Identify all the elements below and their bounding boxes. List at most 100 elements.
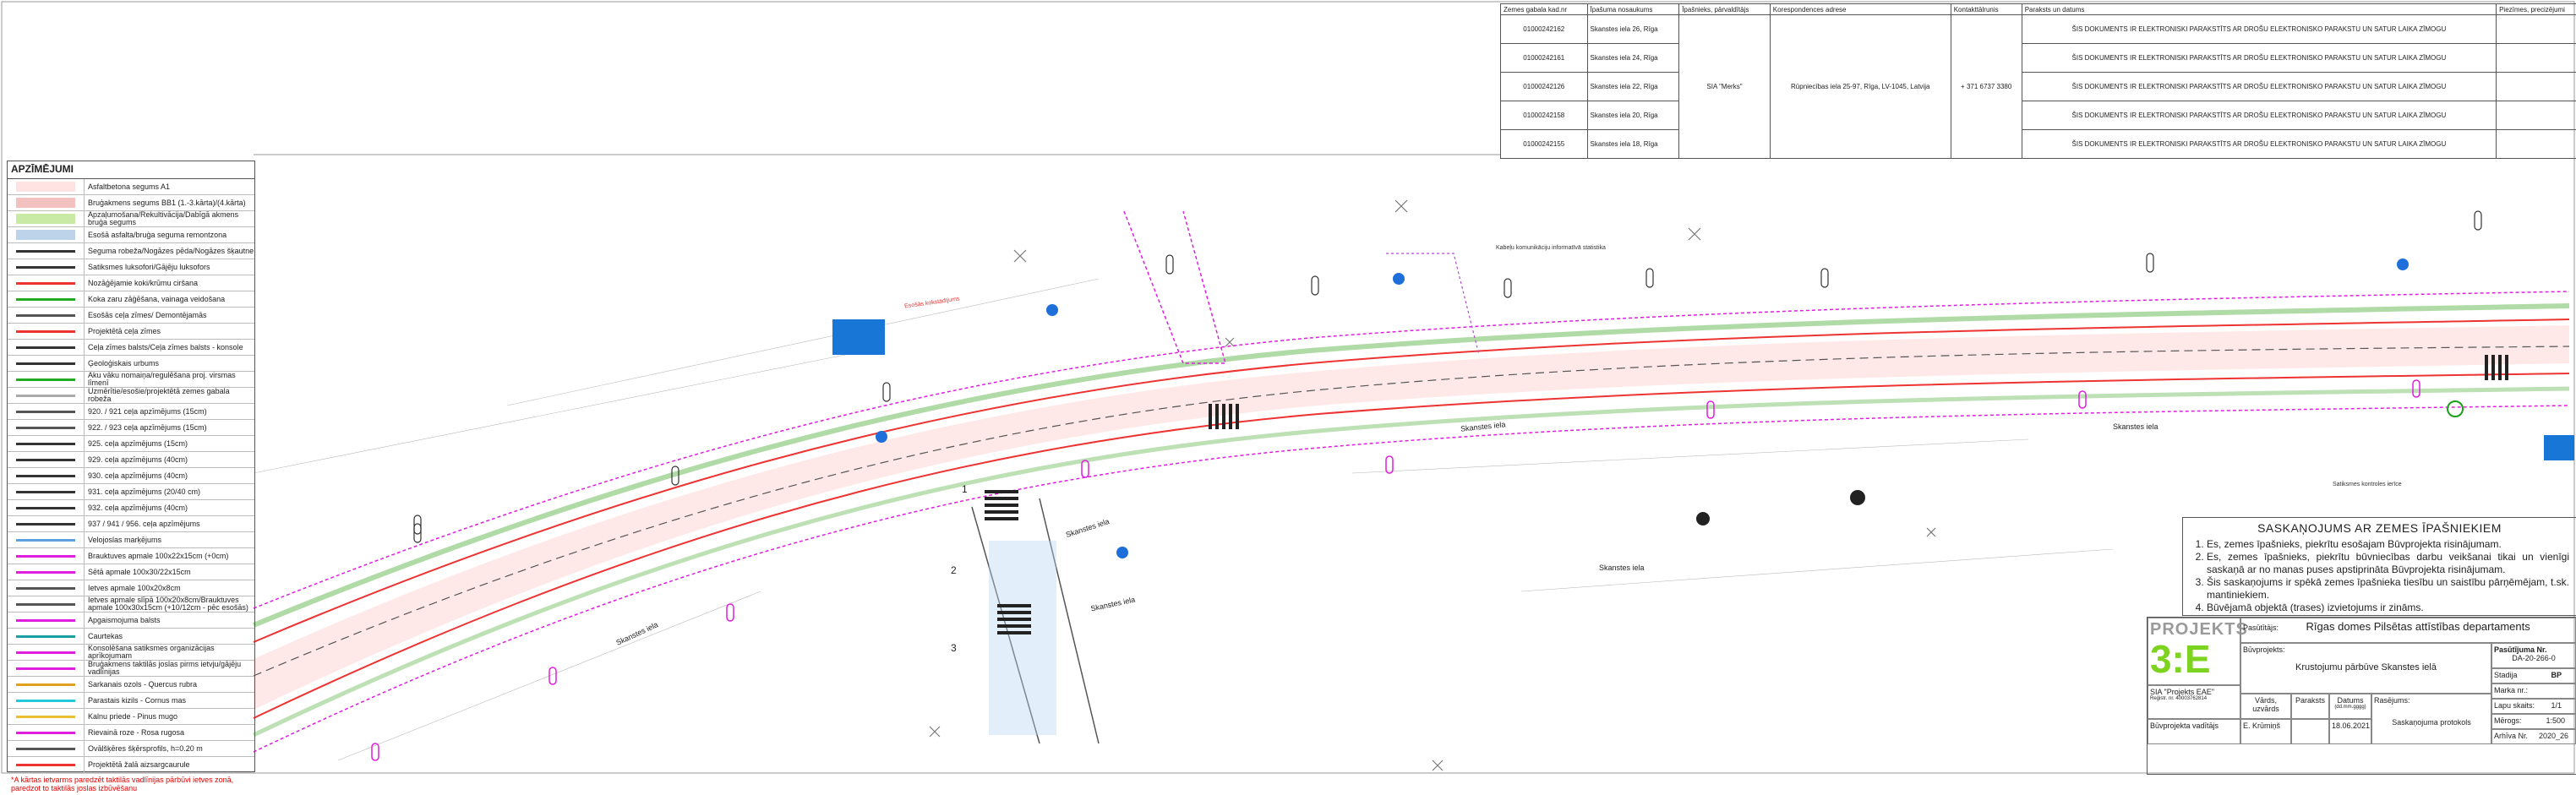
legend-item: Projektētā ceļa zīmes (8, 324, 254, 340)
remarks-cell (2497, 101, 2576, 130)
mark-label: Marka nr.: (2494, 686, 2528, 694)
legend-label: Projektētā žalā aizsargcaurule (85, 761, 190, 769)
property-name: Skanstes iela 20, Rīga (1587, 101, 1679, 130)
legend-symbol-icon (8, 243, 85, 259)
legend-label: Ceļa zīmes balsts/Ceļa zīmes balsts - ko… (85, 344, 243, 351)
signature-stamp: ŠIS DOKUMENTS IR ELEKTRONISKI PARAKSTĪTS… (2022, 44, 2496, 73)
legend-item: Sarkanais ozols - Quercus rubra (8, 677, 254, 693)
archive-cell: Arhīva Nr. 2020_26 (2491, 729, 2576, 744)
legend-symbol-icon (8, 645, 85, 660)
property-name: Skanstes iela 22, Rīga (1587, 73, 1679, 101)
legend-label: 932. ceļa apzīmējums (40cm) (85, 504, 188, 512)
client-name: Rīgas domes Pilsētas attīstības departam… (2306, 620, 2530, 633)
legend-item: Ietves apmale slīpā 100x20x8cm/Brauktuve… (8, 596, 254, 613)
legend-item: Esošās ceļa zīmes/ Demontējamās (8, 308, 254, 324)
cadastre-number: 01000242161 (1501, 44, 1588, 73)
legend-symbol-icon (8, 308, 85, 323)
legend-item: Bruģakmens segums BB1 (1.-3.kārta)/(4.kā… (8, 195, 254, 211)
legend-symbol-icon (8, 661, 85, 676)
header-cell: Piezīmes, precizējumi (2497, 4, 2576, 15)
legend-label: 931. ceļa apzīmējums (20/40 cm) (85, 488, 200, 496)
street-label: Skanstes iela (2113, 422, 2158, 431)
legend-label: Aku vāku nomaiņa/regulēšana proj. virsma… (85, 372, 254, 387)
header-cell: Zemes gabala kad.nr (1501, 4, 1588, 15)
legend-label: 925. ceļa apzīmējums (15cm) (85, 440, 188, 448)
legend-item: Bruģakmens taktilās joslas pirms ietvju/… (8, 661, 254, 677)
legend-symbol-icon (8, 356, 85, 371)
company-reg: Reģistr. nr. 40003762814 (2150, 696, 2238, 701)
signature-stamp: ŠIS DOKUMENTS IR ELEKTRONISKI PARAKSTĪTS… (2022, 101, 2496, 130)
legend-label: Sētā apmale 100x30/22x15cm (85, 569, 191, 576)
client-label: Pasūtītājs: (2243, 623, 2279, 632)
legend-label: 930. ceļa apzīmējums (40cm) (85, 472, 188, 480)
legend-item: Asfaltbetona segums A1 (8, 179, 254, 195)
legend-symbol-icon (8, 420, 85, 435)
legend-symbol-icon (8, 324, 85, 339)
legend-label: Asfaltbetona segums A1 (85, 183, 170, 191)
legend-label: Kalnu priede - Pinus mugo (85, 713, 177, 721)
legend-note: *A kārtas ietvarms paredzēt taktilās vad… (8, 773, 254, 795)
legend-symbol-icon (8, 195, 85, 210)
legend-label: Bruģakmens taktilās joslas pirms ietvju/… (85, 661, 254, 676)
section-number: 3 (951, 642, 957, 654)
owner-name: SIA "Merks" (1679, 15, 1771, 159)
legend-item: Satiksmes luksofori/Gājēju luksofors (8, 259, 254, 275)
legend-item: 925. ceļa apzīmējums (15cm) (8, 436, 254, 452)
signature-stamp: ŠIS DOKUMENTS IR ELEKTRONISKI PARAKSTĪTS… (2022, 73, 2496, 101)
table-row: 01000242161 Skanstes iela 24, Rīga ŠIS D… (1501, 44, 2576, 73)
sheet-cell: Lapu skaits: 1/1 (2491, 699, 2576, 714)
person-cell: E. Krūmiņš (2240, 719, 2291, 744)
legend-panel: APZĪMĒJUMI Asfaltbetona segums A1Bruģakm… (7, 161, 255, 772)
remarks-cell (2497, 15, 2576, 44)
legend-item: Ietves apmale 100x20x8cm (8, 580, 254, 596)
legend-symbol-icon (8, 757, 85, 772)
owner-agreement-box: SASKAŅOJUMS AR ZEMES ĪPAŠNIEKIEM Es, zem… (2182, 517, 2576, 616)
legend-label: Projektētā ceļa zīmes (85, 328, 161, 335)
legend-symbol-icon (8, 291, 85, 307)
legend-symbol-icon (8, 468, 85, 483)
stage-value: BP (2551, 671, 2562, 679)
order-cell: Pasūtījuma Nr. DA-20-266-0 (2491, 643, 2576, 668)
legend-label: Uzmērītie/esošie/projektētā zemes gabala… (85, 388, 254, 403)
legend-symbol-icon (8, 275, 85, 291)
header-cell: Paraksts un datums (2022, 4, 2496, 15)
company-info: SIA "Projekts EAE" Reģistr. nr. 40003762… (2148, 685, 2240, 719)
legend-label: Konsolēšana satiksmes organizācijas aprī… (85, 645, 254, 660)
legend-label: Brauktuves apmale 100x22x15cm (+0cm) (85, 553, 228, 560)
legend-item: Sētā apmale 100x30/22x15cm (8, 564, 254, 580)
legend-item: Apgaismojuma balsts (8, 613, 254, 629)
legend-item: 932. ceļa apzīmējums (40cm) (8, 500, 254, 516)
legend-symbol-icon (8, 596, 85, 612)
control-note: Satiksmes kontroles ierīce (2333, 482, 2402, 487)
legend-item: 931. ceļa apzīmējums (20/40 cm) (8, 484, 254, 500)
project-name: Krustojumu pārbūve Skanstes ielā (2243, 662, 2489, 672)
property-name: Skanstes iela 18, Rīga (1587, 130, 1679, 159)
remarks-cell (2497, 130, 2576, 159)
legend-symbol-icon (8, 404, 85, 419)
cadastre-number: 01000242126 (1501, 73, 1588, 101)
legend-label: Koka zaru zāģēšana, vainaga veidošana (85, 296, 225, 303)
legend-label: Rievainā roze - Rosa rugosa (85, 729, 184, 737)
legend-symbol-icon (8, 452, 85, 467)
property-name: Skanstes iela 24, Rīga (1587, 44, 1679, 73)
legend-symbol-icon (8, 211, 85, 226)
legend-symbol-icon (8, 580, 85, 596)
legend-label: 920. / 921 ceļa apzīmējums (15cm) (85, 408, 207, 416)
logo-mark: 3:E (2150, 640, 2238, 678)
legend-label: Esošās ceļa zīmes/ Demontējamās (85, 312, 207, 319)
legend-item: Ovālšķēres šķērsprofils, h=0.20 m (8, 741, 254, 757)
cadastre-number: 01000242162 (1501, 15, 1588, 44)
project-cell: Būvprojekts: Krustojumu pārbūve Skanstes… (2240, 643, 2491, 694)
agreement-list: Es, zemes īpašnieks, piekrītu esošajam B… (2207, 538, 2569, 614)
company-name: SIA "Projekts EAE" (2150, 688, 2238, 696)
legend-symbol-icon (8, 613, 85, 628)
legend-symbol-icon (8, 693, 85, 708)
mark-cell: Marka nr.: (2491, 683, 2576, 699)
legend-label: Velojoslas marķējums (85, 536, 161, 544)
date-cell: 18.06.2021 (2329, 719, 2371, 744)
stage-cell: Stadija BP (2491, 668, 2576, 683)
legend-item: Aku vāku nomaiņa/regulēšana proj. virsma… (8, 372, 254, 388)
drawing-cell: Rasējums: Saskaņojuma protokols (2371, 694, 2491, 744)
legend-label: Ovālšķēres šķērsprofils, h=0.20 m (85, 745, 203, 753)
legend-item: Nozāģējamie koki/krūmu ciršana (8, 275, 254, 291)
